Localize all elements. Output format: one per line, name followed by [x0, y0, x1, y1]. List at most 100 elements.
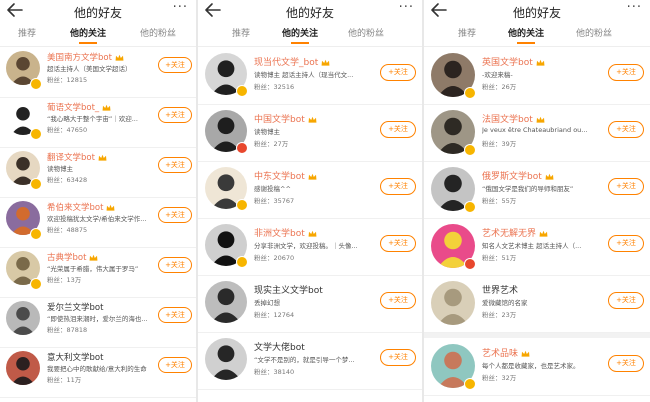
user-name[interactable]: 艺术品味 [482, 346, 530, 359]
panel-friends-2: 他的好友 ··· 推荐 他的关注 他的粉丝 现当代文学_bot 读物博主 超话主持人（… [198, 0, 422, 402]
user-list-item[interactable]: 艺术无解无界 知名人文艺术博主 超话主持人（... 粉丝：51万 +关注 [424, 218, 650, 276]
follow-button[interactable]: +关注 [380, 235, 416, 252]
tab-recommend[interactable]: 推荐 [232, 26, 250, 39]
follow-button[interactable]: +关注 [608, 178, 644, 195]
user-list-item[interactable]: 中国文学bot 读物博主 粉丝：27万 +关注 [198, 104, 422, 162]
follow-button[interactable]: +关注 [380, 64, 416, 81]
tab-following[interactable]: 他的关注 [70, 26, 106, 44]
user-name[interactable]: 英国文学bot [482, 55, 545, 68]
avatar[interactable] [6, 351, 40, 385]
fans-count: 粉丝：55万 [482, 197, 517, 205]
user-description: 知名人文艺术博主 超话主持人（... [482, 242, 582, 250]
user-description: 爱微藏馆的名家 [482, 299, 528, 307]
user-name-text: 中东文学bot [254, 172, 305, 182]
follow-button[interactable]: +关注 [608, 121, 644, 138]
user-description: 分享非洲文学，欢迎投稿。｜头像... [254, 242, 358, 250]
user-list-item[interactable]: 现实主义文学bot 丢掉幻想 粉丝：12764 +关注 [198, 275, 422, 333]
tab-followers[interactable]: 他的粉丝 [140, 26, 176, 39]
follow-button[interactable]: +关注 [158, 157, 192, 173]
user-name[interactable]: 翻译文学bot [47, 151, 107, 163]
follow-button[interactable]: +关注 [158, 57, 192, 73]
follow-button[interactable]: +关注 [380, 121, 416, 138]
user-name[interactable]: 俄罗斯文学bot [482, 169, 554, 182]
user-list-item[interactable]: 法国文学bot Je veux être Chateaubriand ou... 粉… [424, 104, 650, 162]
tab-recommend[interactable]: 推荐 [458, 26, 476, 39]
user-list-item[interactable]: 翻译文学bot 读物博主 粉丝：63428 +关注 [0, 147, 196, 198]
user-description: 欢迎投稿犹太文学/希伯来文学作... [47, 215, 147, 223]
follow-button[interactable]: +关注 [608, 64, 644, 81]
user-list-item[interactable]: 文学大佬bot “文学不是别的，就是引导一个梦... 粉丝：38140 +关注 [198, 332, 422, 390]
crown-icon [308, 230, 317, 237]
follow-button[interactable]: +关注 [608, 235, 644, 252]
verified-badge-icon [464, 378, 476, 390]
user-list-item[interactable]: 艺术品味 每个人都是收藏家，也是艺术家。 粉丝：32万 +关注 [424, 338, 650, 396]
user-name-text: 现实主义文学bot [254, 286, 323, 296]
user-list-item[interactable]: 意大利文学bot 我要把心中的歌献给/意大利的生命 粉丝：11万 +关注 [0, 347, 196, 398]
user-name-text: 艺术无解无界 [482, 229, 537, 239]
avatar[interactable] [205, 281, 247, 323]
user-list-item[interactable]: 中东文学bot 感谢投稿^^ 粉丝：35767 +关注 [198, 161, 422, 219]
follow-button[interactable]: +关注 [158, 307, 192, 323]
follow-button[interactable]: +关注 [380, 178, 416, 195]
user-name[interactable]: 文学大佬bot [254, 340, 305, 353]
user-name[interactable]: 世界艺术 [482, 283, 518, 296]
tab-following[interactable]: 他的关注 [508, 26, 544, 44]
avatar[interactable] [431, 281, 475, 325]
user-name[interactable]: 美国南方文学bot [47, 51, 124, 63]
crown-icon [115, 54, 124, 61]
user-name[interactable]: 爱尔兰文学bot [47, 301, 103, 313]
more-options-icon[interactable]: ··· [627, 0, 642, 15]
user-list-item[interactable]: 俄罗斯文学bot “俄国文学是我们的导师和朋友” 粉丝：55万 +关注 [424, 161, 650, 219]
user-list-item[interactable]: 希伯来文学bot 欢迎投稿犹太文学/希伯来文学作... 粉丝：48875 +关注 [0, 197, 196, 248]
user-list-item[interactable]: 爱尔兰文学bot “即使热泪来潮时，爱尔兰的海也... 粉丝：87818 +关注 [0, 297, 196, 348]
avatar[interactable] [205, 338, 247, 380]
verified-badge-icon [30, 228, 42, 240]
user-name[interactable]: 艺术无解无界 [482, 226, 548, 239]
user-name-text: 俄罗斯文学bot [482, 172, 542, 182]
user-name[interactable]: 希伯来文学bot [47, 201, 115, 213]
more-options-icon[interactable]: ··· [399, 0, 414, 15]
fans-count: 粉丝：63428 [47, 176, 88, 184]
user-name-text: 爱尔兰文学bot [47, 303, 104, 313]
user-name[interactable]: 中东文学bot [254, 169, 317, 182]
user-description: 感谢投稿^^ [254, 185, 291, 193]
fans-count: 粉丝：11万 [47, 376, 82, 384]
tab-recommend[interactable]: 推荐 [18, 26, 36, 39]
follow-button[interactable]: +关注 [608, 355, 644, 372]
tab-following[interactable]: 他的关注 [282, 26, 318, 44]
verified-badge-icon [464, 201, 476, 213]
verified-badge-icon [464, 87, 476, 99]
follow-button[interactable]: +关注 [380, 349, 416, 366]
tab-followers[interactable]: 他的粉丝 [576, 26, 612, 39]
user-name[interactable]: 古典学bot [47, 251, 98, 263]
user-name[interactable]: 现当代文学_bot [254, 55, 330, 68]
follow-button[interactable]: +关注 [158, 107, 192, 123]
more-options-icon[interactable]: ··· [173, 0, 188, 15]
user-list-item[interactable]: 现当代文学_bot 读物博主 超话主持人（现当代文... 粉丝：32516 +关注 [198, 47, 422, 105]
user-name[interactable]: 葡语文学bot_ [47, 101, 111, 113]
crown-icon [539, 230, 548, 237]
crown-icon [107, 204, 115, 211]
user-name-text: 英国文学bot [482, 58, 533, 68]
user-name[interactable]: 法国文学bot [482, 112, 545, 125]
user-list-item[interactable]: 世界艺术 爱微藏馆的名家 粉丝：23万 +关注 [424, 275, 650, 333]
user-list-item[interactable]: 英国文学bot -欢迎来稿- 粉丝：26万 +关注 [424, 47, 650, 105]
user-description: “文学不是别的，就是引导一个梦... [254, 356, 355, 364]
follow-button[interactable]: +关注 [380, 292, 416, 309]
follow-button[interactable]: +关注 [158, 257, 192, 273]
user-name[interactable]: 意大利文学bot [47, 351, 103, 363]
user-name[interactable]: 中国文学bot [254, 112, 317, 125]
user-name[interactable]: 现实主义文学bot [254, 283, 323, 296]
user-list-item[interactable]: 葡语文学bot_ “我心略大于整个宇宙”｜欢迎... 粉丝：47650 +关注 [0, 97, 196, 148]
tab-followers[interactable]: 他的粉丝 [348, 26, 384, 39]
follow-button[interactable]: +关注 [158, 207, 192, 223]
user-list-item[interactable]: 古典学bot “光荣属于希腊，伟大属于罗马” 粉丝：13万 +关注 [0, 247, 196, 298]
follow-button[interactable]: +关注 [158, 357, 192, 373]
avatar[interactable] [6, 301, 40, 335]
user-list-item[interactable]: 非洲文学bot 分享非洲文学，欢迎投稿。｜头像... 粉丝：20670 +关注 [198, 218, 422, 276]
user-name[interactable]: 非洲文学bot [254, 226, 317, 239]
follow-button[interactable]: +关注 [608, 292, 644, 309]
user-list-item[interactable]: 美国南方文学bot 超话主持人（美国文学超话） 粉丝：12815 +关注 [0, 47, 196, 98]
crown-icon [90, 254, 98, 261]
user-description: 丢掉幻想 [254, 299, 280, 307]
